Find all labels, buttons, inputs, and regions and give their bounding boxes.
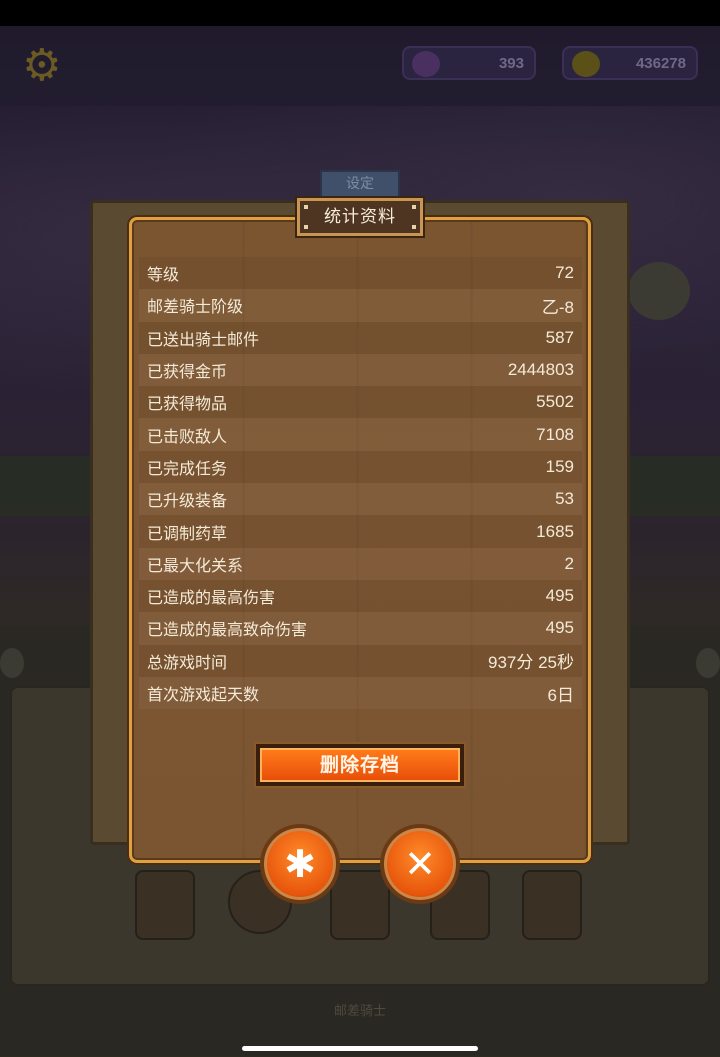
stat-label: 已造成的最高致命伤害 — [147, 620, 308, 640]
treasure-bag-icon — [522, 870, 582, 940]
stat-label: 已最大化关系 — [147, 555, 244, 575]
stat-value: 5502 — [536, 392, 574, 412]
coin-icon — [572, 51, 600, 77]
stat-row-relationships-maxed: 已最大化关系 2 — [139, 547, 582, 580]
stat-label: 邮差骑士阶级 — [147, 297, 244, 317]
stat-value: 7108 — [536, 424, 574, 444]
close-icon: ✕ — [404, 842, 436, 886]
stat-label: 已获得物品 — [147, 394, 228, 414]
stat-value: 53 — [555, 489, 574, 509]
gem-icon — [412, 51, 440, 77]
stat-label: 已击败敌人 — [147, 426, 228, 446]
stat-row-days-since-first-play: 首次游戏起天数 6日 — [139, 676, 582, 710]
confirm-button[interactable]: ✱ — [260, 824, 340, 904]
stats-list: 等级 72 邮差骑士阶级 乙-8 已送出骑士邮件 587 已获得金币 2444803 已… — [139, 257, 582, 710]
stats-title-text: 统计资料 — [324, 207, 396, 227]
title-rivet — [412, 225, 416, 229]
card-icon — [330, 870, 390, 940]
background-side-text: 53) — [592, 812, 614, 829]
gem-counter: 393 — [402, 46, 536, 80]
stat-label: 已完成任务 — [147, 458, 228, 478]
asterisk-icon: ✱ — [284, 842, 316, 886]
stat-value: 495 — [545, 618, 574, 638]
gem-count: 393 — [498, 55, 524, 72]
stat-value: 72 — [555, 263, 574, 283]
stat-row-quests-completed: 已完成任务 159 — [139, 450, 582, 484]
stat-value: 937分 25秒 — [488, 653, 574, 673]
stat-row-gold-earned: 已获得金币 2444803 — [139, 353, 582, 387]
stats-panel-title: 统计资料 — [297, 198, 423, 236]
stat-row-items-obtained: 已获得物品 5502 — [139, 386, 582, 419]
book-icon — [135, 870, 195, 940]
stat-row-herbs-brewed: 已调制药草 1685 — [139, 515, 582, 548]
stat-label: 已升级装备 — [147, 491, 228, 511]
stat-label: 已送出骑士邮件 — [147, 329, 260, 349]
stat-row-gear-upgraded: 已升级装备 53 — [139, 483, 582, 516]
delete-save-label: 删除存档 — [260, 748, 460, 782]
potion-upgrade-icon — [628, 262, 690, 320]
stat-label: 总游戏时间 — [147, 652, 228, 672]
stat-value: 587 — [545, 327, 574, 347]
stat-value: 495 — [545, 586, 574, 606]
title-rivet — [304, 205, 308, 209]
settings-tab: 设定 — [320, 170, 400, 198]
stat-row-enemies-defeated: 已击败敌人 7108 — [139, 418, 582, 451]
stat-label: 已获得金币 — [147, 362, 228, 382]
stat-row-playtime: 总游戏时间 937分 25秒 — [139, 644, 582, 677]
title-rivet — [412, 205, 416, 209]
stat-row-rank: 邮差骑士阶级 乙-8 — [139, 289, 582, 322]
top-status-bar — [0, 0, 720, 26]
gold-counter: 436278 — [562, 46, 698, 80]
stat-row-mail-sent: 已送出骑士邮件 587 — [139, 321, 582, 354]
stat-row-max-crit-damage: 已造成的最高致命伤害 495 — [139, 612, 582, 645]
stat-label: 首次游戏起天数 — [147, 685, 260, 704]
left-post-icon — [0, 648, 24, 678]
stat-value: 159 — [545, 456, 574, 476]
stat-row-max-damage: 已造成的最高伤害 495 — [139, 579, 582, 613]
stat-label: 已调制药草 — [147, 523, 228, 543]
stat-value: 6日 — [547, 685, 574, 705]
bottom-menu-label: 邮差骑士 — [333, 1004, 386, 1019]
stat-value: 1685 — [536, 521, 574, 541]
right-post-icon — [696, 648, 720, 678]
settings-gear-icon[interactable]: ⚙ — [22, 44, 66, 88]
delete-save-button[interactable]: 删除存档 — [254, 742, 466, 788]
stat-value: 2 — [564, 553, 574, 573]
stat-value: 2444803 — [507, 360, 574, 380]
stat-row-level: 等级 72 — [139, 257, 582, 290]
stat-value: 乙-8 — [541, 297, 574, 317]
stat-label: 等级 — [147, 265, 180, 285]
bottom-menu-icons — [0, 870, 720, 950]
home-indicator[interactable] — [242, 1046, 478, 1051]
stat-label: 已造成的最高伤害 — [147, 588, 276, 608]
title-rivet — [304, 225, 308, 229]
gold-count: 436278 — [635, 55, 686, 72]
close-button[interactable]: ✕ — [380, 824, 460, 904]
